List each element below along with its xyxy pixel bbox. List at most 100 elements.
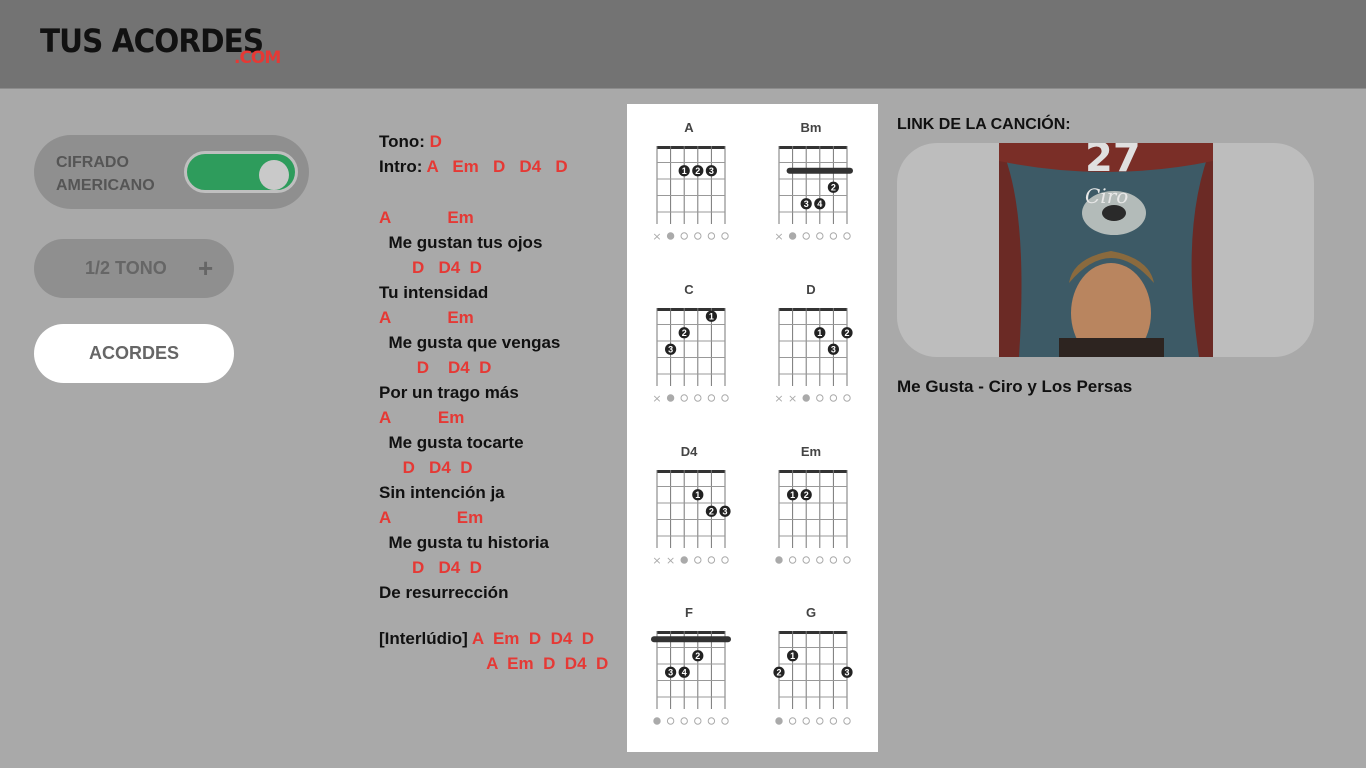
root-string-marker [802, 394, 810, 402]
lyric-line-10: Me gusta tocarte [379, 433, 524, 452]
finger-number: 1 [709, 312, 714, 322]
chord-name: C [684, 282, 694, 297]
finger-number: 1 [695, 490, 700, 500]
chord-name: A [684, 120, 694, 135]
open-string-marker [788, 717, 797, 725]
chord-diagram-bm: 2 3 4 × [774, 146, 853, 243]
intro-chords[interactable]: A Em D D4 D [427, 157, 568, 176]
video-embed[interactable]: 27 Ciro [897, 143, 1314, 357]
finger-number: 1 [682, 166, 687, 176]
chord-diagram-em: 12 [775, 470, 851, 564]
chord-name: D [806, 282, 816, 297]
lyric-line-4: Tu intensidad [379, 283, 489, 302]
open-string-marker [829, 556, 838, 564]
open-string-marker [694, 556, 702, 564]
lyric-line-16: De resurrección [379, 583, 509, 602]
finger-number: 3 [668, 345, 673, 355]
intro-line: Intro: A Em D D4 D [379, 156, 624, 181]
lyric-line-5: A Em [379, 308, 474, 327]
cifrado-toggle[interactable] [184, 151, 298, 193]
link-title: LINK DE LA CANCIÓN: [897, 116, 1071, 133]
open-string-marker [802, 717, 810, 725]
tono-value[interactable]: D [430, 132, 442, 151]
open-string-marker [721, 717, 729, 725]
open-string-marker [721, 232, 729, 240]
chord-name: F [685, 605, 693, 620]
cifrado-label: CIFRADO AMERICANO [56, 154, 155, 194]
acordes-button[interactable]: ACORDES [34, 324, 234, 383]
nut [657, 631, 725, 634]
open-string-marker [843, 394, 851, 402]
open-string-marker [829, 232, 838, 240]
finger-number: 2 [709, 507, 714, 517]
nut [657, 146, 725, 149]
thumbnail-number: 27 [1085, 143, 1141, 181]
chord-diagram-g: 12 3 [773, 631, 853, 725]
open-string-marker [802, 232, 810, 240]
open-string-marker [843, 232, 851, 240]
muted-string-marker: × [774, 392, 783, 405]
open-string-marker [721, 556, 729, 564]
open-string-marker [680, 232, 688, 240]
nut [657, 470, 725, 473]
finger-number: 2 [844, 328, 849, 338]
lyric-line-11: D D4 D [379, 458, 473, 477]
open-string-marker [829, 717, 838, 725]
root-string-marker [653, 717, 661, 725]
site-header: TUS ACORDES .COM [0, 0, 1366, 89]
chord-name: G [805, 605, 817, 620]
finger-number: 1 [790, 651, 795, 661]
finger-number: 1 [790, 490, 795, 500]
lyric-line-12: Sin intención ja [379, 483, 505, 502]
open-string-marker [816, 232, 824, 240]
interludio-chords-1[interactable]: A Em D D4 D [468, 629, 594, 648]
thumbnail-name: Ciro [1085, 184, 1128, 208]
interludio-line: [Interlúdio] A Em D D4 D [379, 628, 624, 653]
open-string-marker [680, 394, 688, 402]
root-string-marker [667, 232, 674, 240]
interludio-chords-2[interactable]: A Em D D4 D [482, 654, 608, 673]
finger-number: 2 [682, 328, 687, 338]
album-thumbnail[interactable]: 27 Ciro [999, 143, 1213, 357]
finger-number: 3 [668, 668, 673, 678]
open-string-marker [829, 394, 838, 402]
finger-number: 3 [804, 199, 809, 209]
cifrado-americano-control: CIFRADO AMERICANO [34, 135, 309, 209]
plus-icon[interactable]: + [198, 253, 213, 284]
half-tone-button[interactable]: 1/2 TONO + [34, 239, 234, 298]
open-string-marker [721, 394, 729, 402]
open-string-marker [843, 556, 851, 564]
root-string-marker [775, 556, 783, 564]
muted-string-marker: × [652, 554, 661, 567]
open-string-marker [707, 394, 716, 402]
chord-diagrams-panel: A 1 2 3 × Bm 2 3 4 × C 1 2 3 × D 1 2 3 × × D4 1 2 3 × × Em 1 2 F 2 3 4 G 1 2… [627, 104, 878, 752]
lyric-line-8: Por un trago más [379, 383, 519, 402]
nut [657, 308, 725, 311]
open-string-marker [694, 232, 702, 240]
open-string-marker [816, 556, 824, 564]
toggle-knob [259, 160, 289, 190]
intro-label: Intro: [379, 157, 423, 176]
song-title: Me Gusta - Ciro y Los Persas [897, 377, 1133, 396]
logo-text: TUS ACORDES [40, 22, 264, 60]
finger-number: 1 [817, 328, 822, 338]
open-string-marker [816, 394, 824, 402]
interludio-line-2: A Em D D4 D [379, 653, 624, 678]
chord-name: Em [800, 444, 822, 459]
open-string-marker [707, 232, 716, 240]
finger-number: 2 [831, 183, 836, 193]
open-string-marker [707, 556, 716, 564]
finger-number: 2 [804, 490, 809, 500]
finger-number: 3 [709, 166, 714, 176]
lyric-line-6: Me gusta que vengas [379, 333, 561, 352]
chord-diagram-f: 2 3 4 [651, 631, 731, 725]
nut [779, 146, 847, 149]
chord-diagram-d4: 12 3 × × [652, 470, 731, 567]
site-logo[interactable]: TUS ACORDES .COM [40, 22, 283, 68]
finger-number: 3 [831, 345, 836, 355]
chord-diagram-d: 1 23 × × [774, 308, 853, 405]
finger-number: 3 [722, 507, 727, 517]
tono-label: Tono: [379, 132, 425, 151]
muted-string-marker: × [788, 392, 797, 405]
